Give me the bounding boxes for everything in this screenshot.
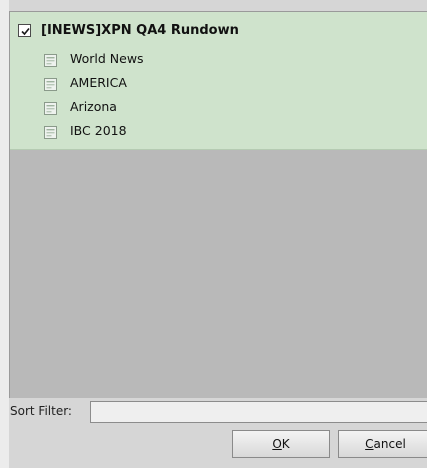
- tree-item-label: IBC 2018: [70, 122, 127, 138]
- tree-item-label: Arizona: [70, 98, 117, 114]
- tree-item-label: World News: [70, 50, 144, 66]
- tree-item-america[interactable]: AMERICA: [44, 72, 127, 92]
- rundown-tree-panel[interactable]: [INEWS]XPN QA4 Rundown World News AMERIC…: [9, 11, 427, 398]
- tree-item-ibc-2018[interactable]: IBC 2018: [44, 120, 127, 140]
- root-label: [INEWS]XPN QA4 Rundown: [41, 22, 239, 38]
- root-checkbox[interactable]: [18, 23, 31, 37]
- ok-button-label-rest: K: [281, 437, 290, 451]
- ok-button[interactable]: OK: [232, 430, 330, 458]
- cancel-button[interactable]: Cancel: [338, 430, 427, 458]
- tree-item-arizona[interactable]: Arizona: [44, 96, 117, 116]
- document-icon: [44, 52, 57, 67]
- ok-button-mnemonic: O: [272, 437, 282, 451]
- tree-item-label: AMERICA: [70, 74, 127, 90]
- selected-rundown-group: [INEWS]XPN QA4 Rundown World News AMERIC…: [10, 12, 427, 150]
- sort-filter-input[interactable]: [90, 401, 427, 423]
- checkmark-icon: [21, 27, 30, 35]
- cancel-button-mnemonic: C: [365, 437, 374, 451]
- tree-item-world-news[interactable]: World News: [44, 48, 144, 68]
- window-left-edge: [0, 0, 9, 468]
- document-icon: [44, 124, 57, 139]
- sort-filter-label: Sort Filter:: [10, 404, 72, 418]
- document-icon: [44, 100, 57, 115]
- cancel-button-label-rest: ancel: [373, 437, 406, 451]
- dialog-window: [INEWS]XPN QA4 Rundown World News AMERIC…: [0, 0, 427, 468]
- tree-root-row[interactable]: [INEWS]XPN QA4 Rundown: [18, 20, 239, 40]
- document-icon: [44, 76, 57, 91]
